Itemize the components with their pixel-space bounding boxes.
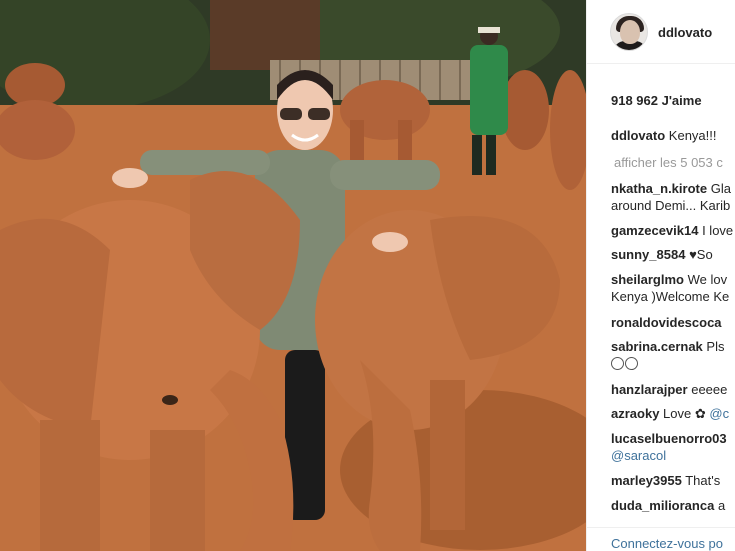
comment-text: eeeee bbox=[691, 382, 728, 397]
comment-item: sheilarglmo We lov Kenya )Welcome Ke bbox=[611, 271, 729, 305]
likes-count[interactable]: 918 962 J'aime bbox=[611, 93, 702, 108]
comment-username-link[interactable]: sunny_8584 bbox=[611, 247, 685, 262]
post-side-panel: ddlovato 918 962 J'aime ddlovato Kenya!!… bbox=[586, 0, 735, 551]
post-photo[interactable] bbox=[0, 0, 586, 551]
comment-text: I love bbox=[702, 223, 734, 238]
view-all-comments-link[interactable]: afficher les 5 053 c bbox=[614, 155, 723, 170]
comment-username-link[interactable]: azraoky bbox=[611, 406, 659, 421]
comment-item: nkatha_n.kirote Gla around Demi... Karib bbox=[611, 180, 731, 214]
comment-username-link[interactable]: sheilarglmo bbox=[611, 272, 684, 287]
comment-username-link[interactable]: hanzlarajper bbox=[611, 382, 688, 397]
post-header: ddlovato bbox=[587, 0, 735, 64]
comment-username-link[interactable]: duda_milioranca bbox=[611, 498, 714, 513]
comment-item: lucaselbuenorro03 @saracol bbox=[611, 430, 727, 464]
caption-text: Kenya!!! bbox=[668, 128, 717, 143]
login-link[interactable]: Connectez-vous po bbox=[611, 536, 723, 551]
comment-mention-link[interactable]: @c bbox=[709, 406, 729, 421]
smiley-emoji-icon bbox=[625, 357, 638, 370]
comment-item: gamzecevik14 I love bbox=[611, 222, 733, 239]
smiley-emoji-icon bbox=[611, 357, 624, 370]
comment-text: Gla bbox=[710, 181, 731, 196]
header-username-link[interactable]: ddlovato bbox=[658, 25, 712, 40]
comment-item: azraoky Love ✿ @c bbox=[611, 405, 729, 422]
elephants-photo bbox=[0, 0, 586, 551]
comment-text: We lov bbox=[687, 272, 728, 287]
comment-text-line2: Kenya )Welcome Ke bbox=[611, 289, 730, 304]
divider bbox=[587, 527, 735, 528]
comment-text: That's bbox=[685, 473, 721, 488]
avatar[interactable] bbox=[610, 13, 648, 51]
comment-text: Love bbox=[663, 406, 692, 421]
comment-username-link[interactable]: sabrina.cernak bbox=[611, 339, 703, 354]
heart-icon: ♥ bbox=[689, 247, 697, 262]
flower-icon: ✿ bbox=[694, 406, 706, 421]
comment-username-link[interactable]: marley3955 bbox=[611, 473, 682, 488]
comment-mention-link[interactable]: @saracol bbox=[611, 448, 666, 463]
comment-item: hanzlarajper eeeee bbox=[611, 381, 727, 398]
comment-item: duda_milioranca a bbox=[611, 497, 725, 514]
comment-item: sunny_8584 ♥So bbox=[611, 246, 713, 263]
comment-item: sabrina.cernak Pls bbox=[611, 338, 724, 372]
comment-item: marley3955 That's bbox=[611, 472, 720, 489]
comment-text: So bbox=[696, 247, 713, 262]
caption-username-link[interactable]: ddlovato bbox=[611, 128, 665, 143]
comment-username-link[interactable]: ronaldovidescoca bbox=[611, 315, 722, 330]
comment-text: a bbox=[717, 498, 726, 513]
caption: ddlovato Kenya!!! bbox=[611, 128, 717, 143]
comment-text: Pls bbox=[706, 339, 725, 354]
comment-item: ronaldovidescoca bbox=[611, 314, 722, 331]
comment-username-link[interactable]: gamzecevik14 bbox=[611, 223, 698, 238]
comment-text-line2: around Demi... Karib bbox=[611, 198, 731, 213]
comment-username-link[interactable]: lucaselbuenorro03 bbox=[611, 431, 727, 446]
comment-username-link[interactable]: nkatha_n.kirote bbox=[611, 181, 707, 196]
